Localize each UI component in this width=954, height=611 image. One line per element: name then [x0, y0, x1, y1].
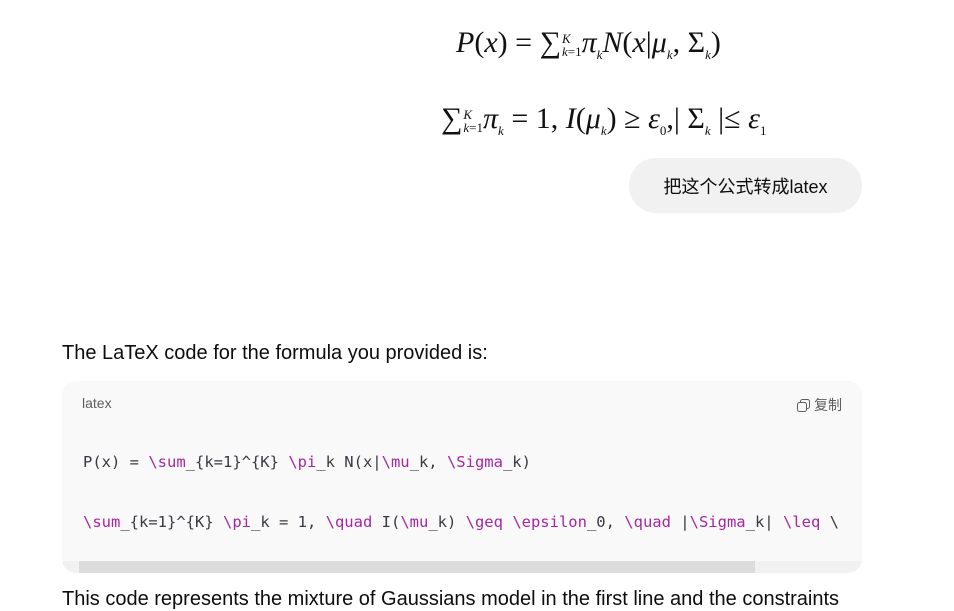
formula-image-line-1: P(x) = ∑ Kk=1 πkN(x|μk, Σk)	[456, 26, 721, 62]
copy-icon	[797, 398, 810, 412]
formula-image-line-2: ∑ Kk=1 πk = 1, I(μk) ≥ ε0,| Σk |≤ ε1	[441, 102, 767, 138]
code-language-label: latex	[82, 395, 112, 411]
code-line-1: P(x) = \sum_{k=1}^{K} \pi_k N(x|\mu_k, \…	[83, 453, 531, 471]
copy-button-label: 复制	[814, 397, 842, 413]
user-message-text: 把这个公式转成latex	[663, 176, 828, 197]
code-line-2: \sum_{k=1}^{K} \pi_k = 1, \quad I(\mu_k)…	[83, 513, 839, 531]
assistant-outro-text: This code represents the mixture of Gaus…	[62, 588, 840, 610]
code-horizontal-scrollbar[interactable]	[62, 561, 862, 573]
user-message-bubble: 把这个公式转成latex	[629, 158, 862, 213]
copy-code-button[interactable]: 复制	[797, 395, 842, 415]
code-block: latex 复制 P(x) = \sum_{k=1}^{K} \pi_k N(x…	[62, 381, 862, 573]
assistant-intro-text: The LaTeX code for the formula you provi…	[62, 342, 488, 364]
scrollbar-thumb[interactable]	[79, 561, 755, 573]
